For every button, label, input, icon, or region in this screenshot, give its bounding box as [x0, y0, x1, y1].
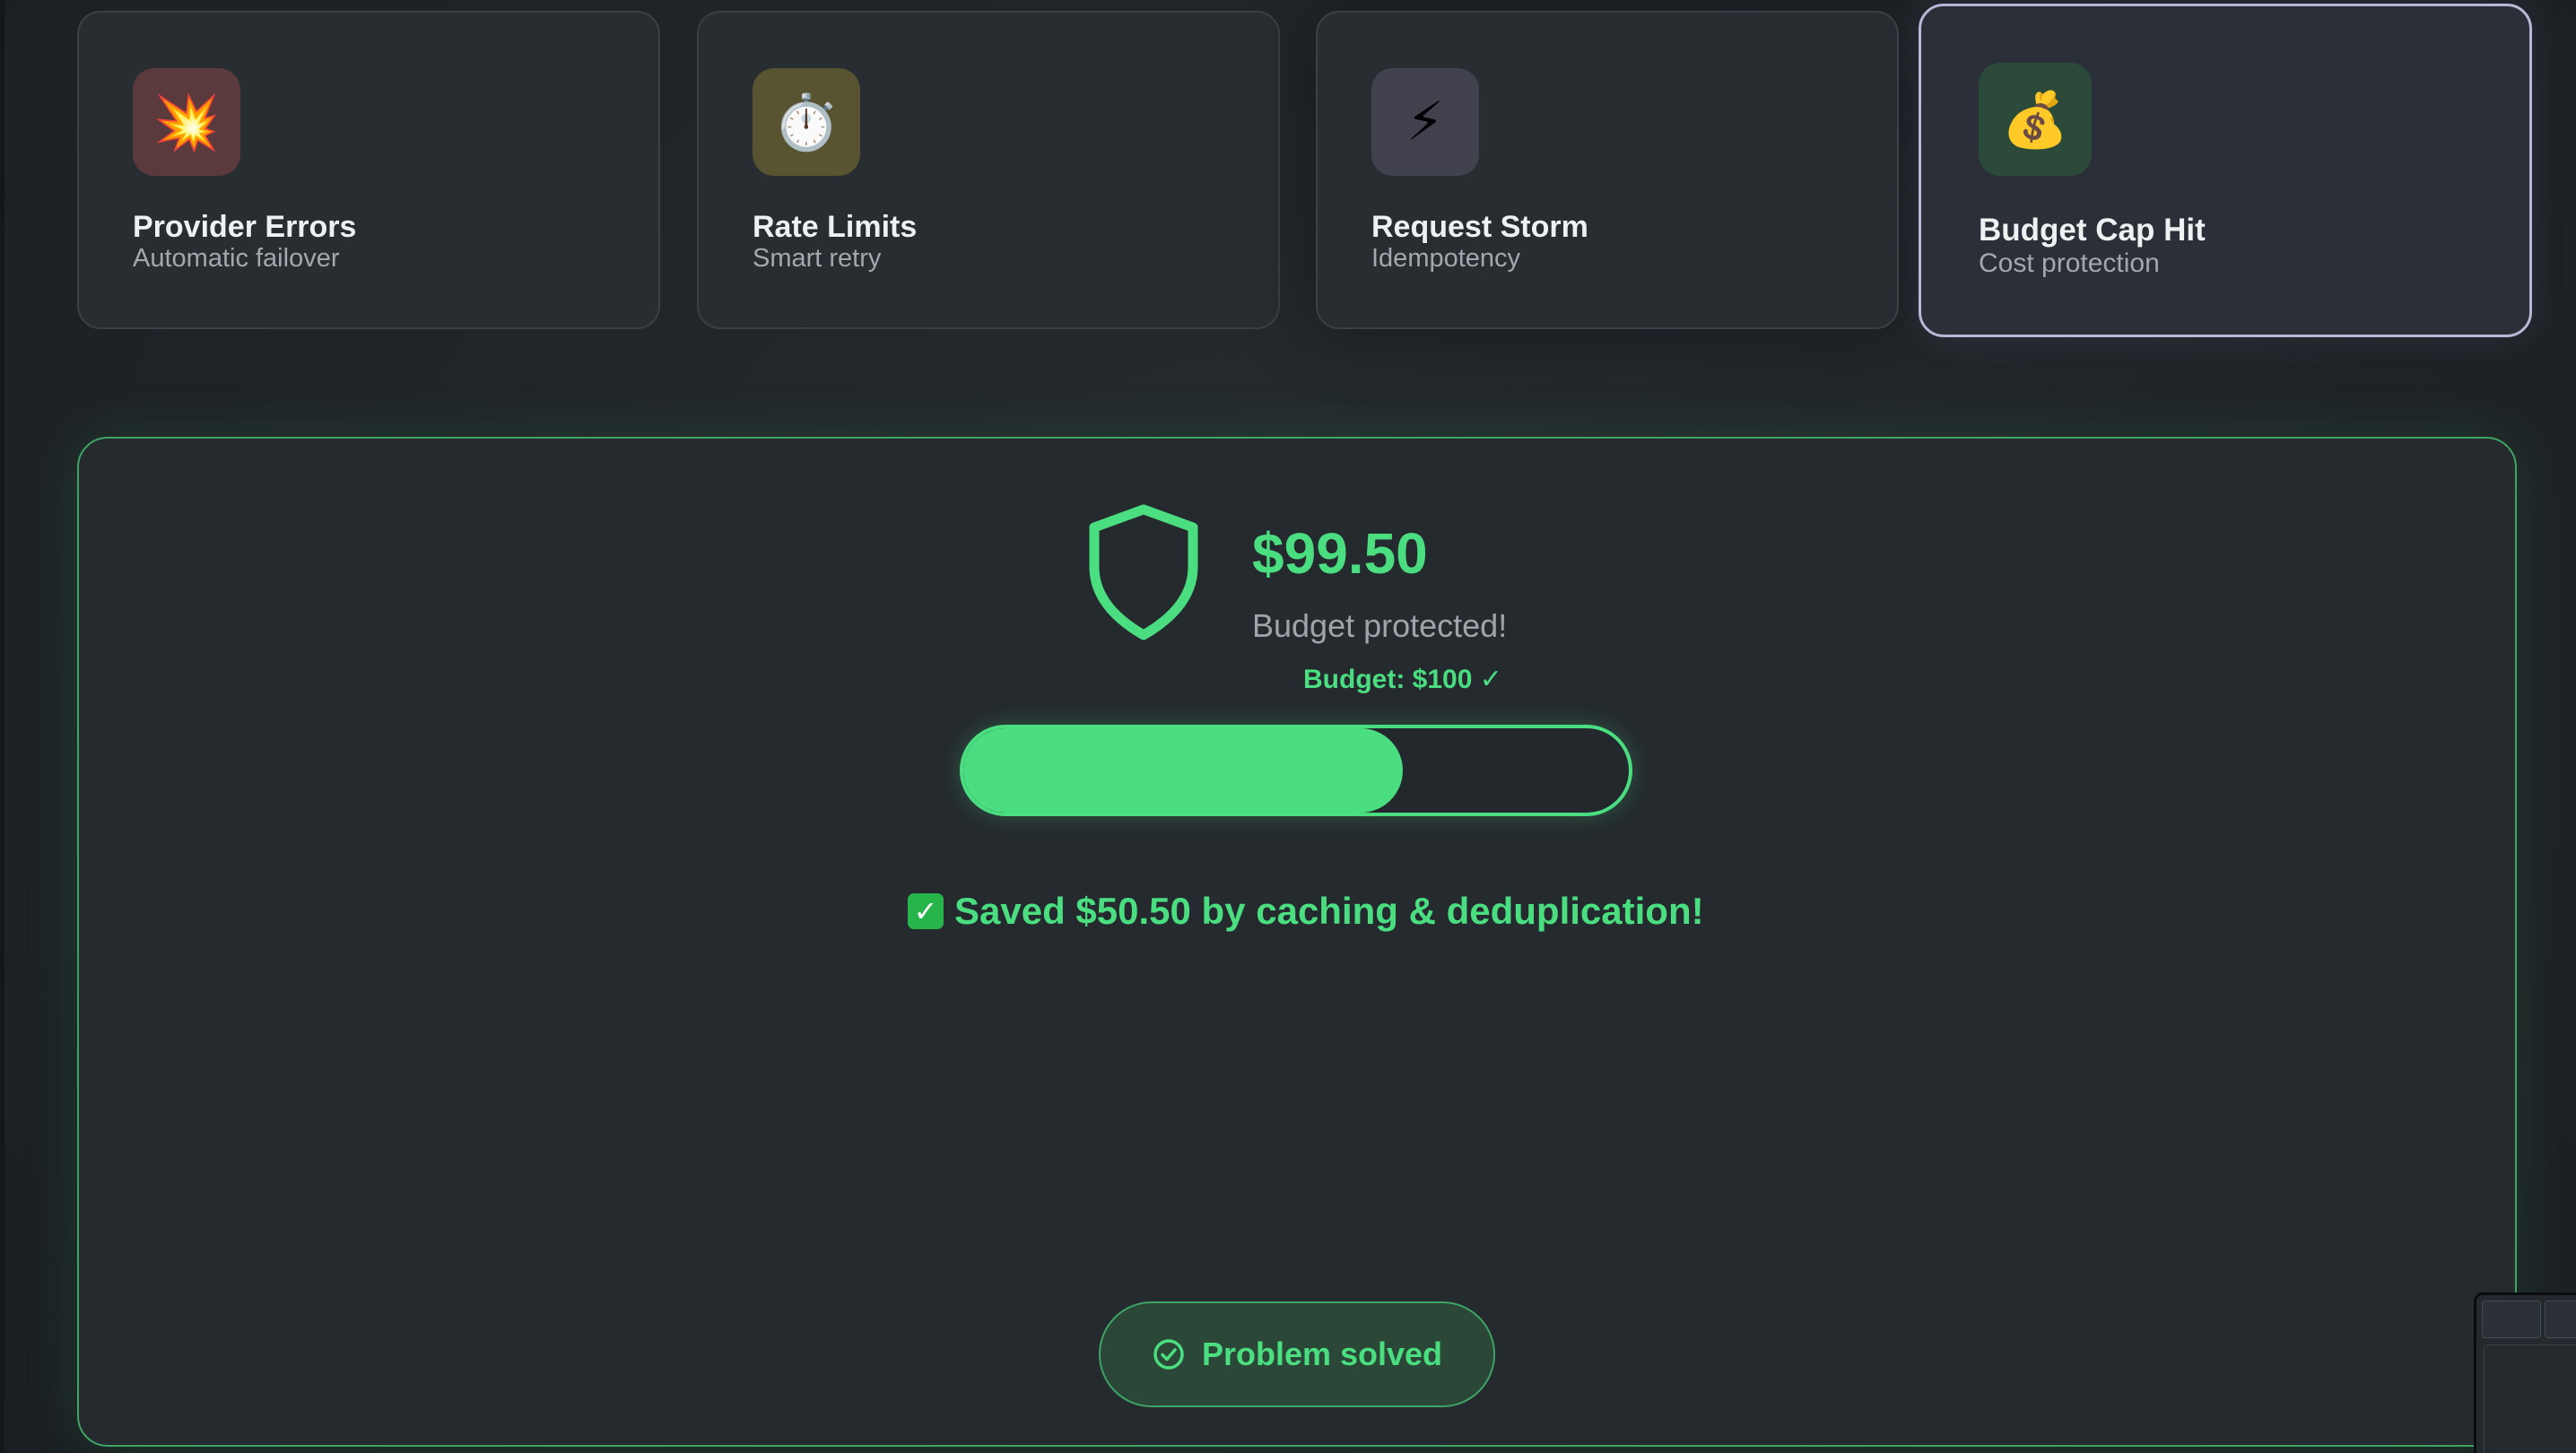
scenario-subtitle: Cost protection: [1979, 248, 2160, 278]
budget-progress-bar: [960, 725, 1632, 816]
budget-amount: $99.50: [1252, 521, 1428, 586]
scenario-card-provider-errors[interactable]: 💥 Provider Errors Automatic failover: [77, 11, 660, 329]
scenario-title: Request Storm: [1371, 210, 1588, 244]
minimap-card: [2482, 1301, 2541, 1338]
money-bag-icon: 💰: [1979, 63, 2092, 176]
minimap-card: [2545, 1301, 2576, 1338]
window-edge: [0, 0, 4, 1453]
scenario-title: Rate Limits: [753, 210, 918, 244]
budget-limit-label: Budget: $100 ✓: [1303, 665, 1502, 694]
scenario-subtitle: Smart retry: [753, 244, 882, 273]
stopwatch-icon: ⏱️: [753, 68, 860, 176]
scenario-card-budget-cap-hit[interactable]: 💰 Budget Cap Hit Cost protection: [1919, 4, 2532, 337]
app-stage: 💥 Provider Errors Automatic failover ⏱️ …: [0, 0, 2576, 1453]
minimap-preview[interactable]: [2474, 1292, 2576, 1453]
savings-message: ✓ Saved $50.50 by caching & deduplicatio…: [908, 890, 1704, 933]
scenario-card-request-storm[interactable]: ⚡ Request Storm Idempotency: [1316, 11, 1899, 329]
savings-text: Saved $50.50 by caching & deduplication!: [954, 890, 1704, 932]
scenario-subtitle: Idempotency: [1371, 244, 1521, 273]
scenario-title: Provider Errors: [133, 210, 357, 244]
check-circle-icon: [1153, 1339, 1184, 1370]
problem-solved-button[interactable]: Problem solved: [1099, 1301, 1495, 1407]
shield-icon: [1089, 504, 1198, 640]
budget-status: Budget protected!: [1252, 607, 1508, 644]
check-mark-icon: ✓: [908, 893, 944, 929]
problem-solved-label: Problem solved: [1201, 1336, 1443, 1372]
scenario-subtitle: Automatic failover: [133, 244, 340, 273]
minimap-panel: [2484, 1344, 2576, 1453]
budget-progress-fill: [963, 728, 1403, 813]
scenario-card-rate-limits[interactable]: ⏱️ Rate Limits Smart retry: [697, 11, 1280, 329]
explosion-icon: 💥: [133, 68, 240, 176]
result-panel: [77, 437, 2517, 1447]
lightning-icon: ⚡: [1371, 68, 1479, 176]
scenario-title: Budget Cap Hit: [1979, 213, 2206, 248]
